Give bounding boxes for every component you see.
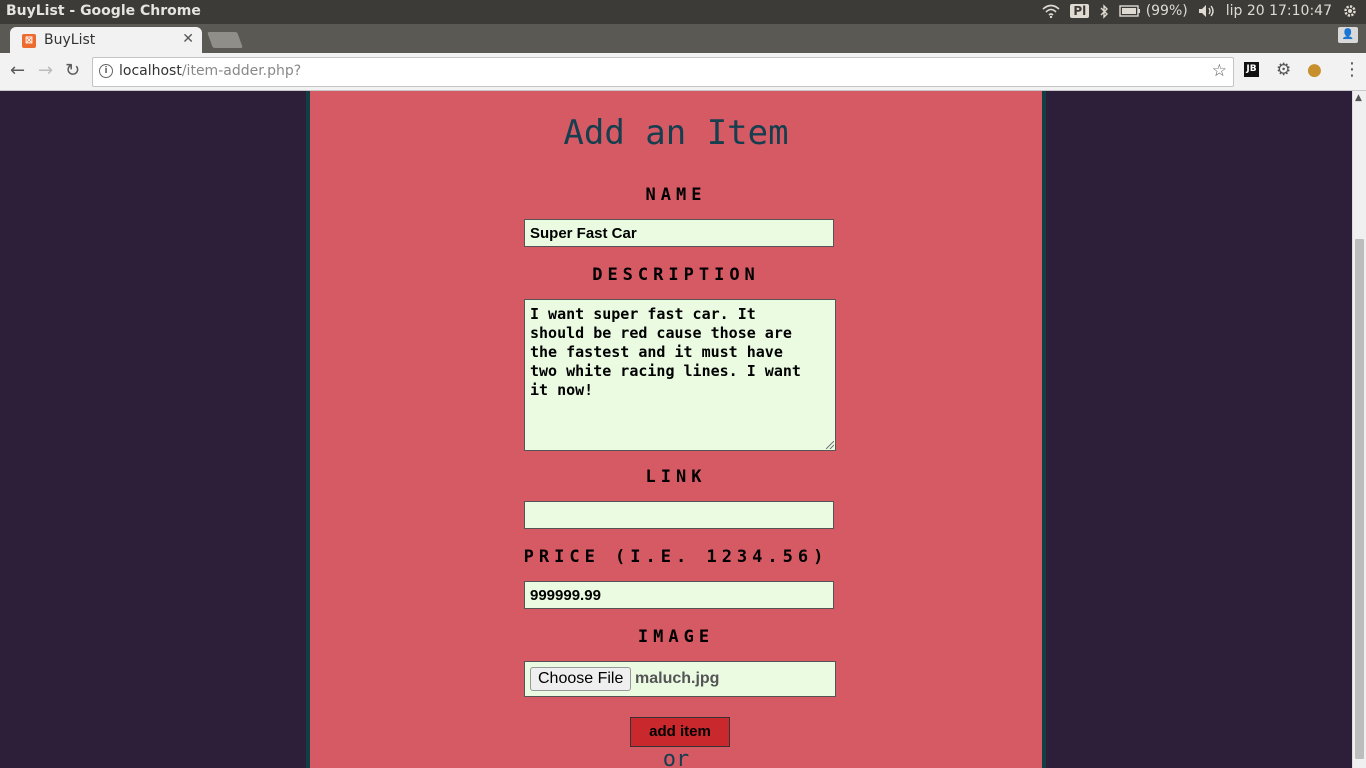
link-label: LINK [645,467,707,487]
window-title: BuyList - Google Chrome [6,3,201,19]
page-title: Add an Item [563,113,789,153]
battery-percentage: (99%) [1145,3,1188,19]
bookmark-star-icon[interactable]: ☆ [1212,61,1227,81]
info-icon[interactable]: i [99,64,113,78]
page-scrollbar[interactable]: ▲ [1352,91,1366,768]
wifi-icon[interactable] [1042,3,1060,19]
forward-arrow-icon[interactable]: → [38,61,53,81]
name-input[interactable]: Super Fast Car [524,219,834,247]
price-input[interactable]: 999999.99 [524,581,834,609]
tab-buylist[interactable]: ⊠ BuyList ✕ [10,27,202,53]
description-label: DESCRIPTION [592,265,760,285]
link-input[interactable] [524,501,834,529]
reload-icon[interactable]: ↻ [65,61,80,81]
datetime[interactable]: lip 20 17:10:47 [1226,3,1332,19]
bluetooth-icon[interactable] [1099,3,1109,19]
description-text: I want super fast car. It should be red … [530,305,801,399]
add-item-button[interactable]: add item [630,717,730,747]
battery-indicator[interactable]: (99%) [1119,3,1188,19]
gear-icon[interactable] [1342,3,1358,19]
volume-icon[interactable] [1198,3,1216,19]
image-file-input[interactable]: Choose File maluch.jpg [524,661,836,697]
os-top-bar: BuyList - Google Chrome Pl (99%) lip 20 … [0,0,1366,24]
choose-file-button[interactable]: Choose File [530,667,632,691]
price-label: PRICE (I.E. 1234.56) [523,547,829,567]
url-host: localhost [119,63,182,79]
tab-strip: ⊠ BuyList ✕ 👤 [0,24,1366,53]
xampp-favicon-icon: ⊠ [22,34,36,48]
url-path: /item-adder.php? [181,63,302,79]
new-tab-button[interactable] [207,32,243,48]
tab-label: BuyList [44,32,96,48]
selected-file-name: maluch.jpg [635,670,720,687]
jetbrains-extension-icon[interactable]: JB [1244,62,1259,77]
battery-icon [1119,5,1141,17]
settings-extension-icon[interactable]: ⚙ [1276,60,1291,80]
browser-toolbar: ← → ↻ i localhost/item-adder.php? ☆ JB ⚙… [0,53,1366,91]
resize-grip-icon[interactable] [826,441,834,449]
profile-icon[interactable]: 👤 [1338,27,1358,43]
form-panel: Add an Item NAME Super Fast Car DESCRIPT… [306,91,1046,768]
description-textarea[interactable]: I want super fast car. It should be red … [524,299,836,451]
back-arrow-icon[interactable]: ← [10,61,25,81]
page-viewport: Add an Item NAME Super Fast Car DESCRIPT… [0,91,1352,768]
scrollbar-thumb[interactable] [1355,239,1364,759]
image-label: IMAGE [637,627,715,647]
or-separator: or [662,747,690,768]
scroll-up-arrow-icon[interactable]: ▲ [1355,93,1362,103]
name-label: NAME [645,185,707,205]
menu-kebab-icon[interactable]: ⋮ [1343,59,1361,80]
keyboard-layout-indicator[interactable]: Pl [1070,4,1090,18]
system-tray: Pl (99%) lip 20 17:10:47 [1042,3,1358,19]
cookie-extension-icon[interactable]: ● [1307,60,1322,80]
address-bar[interactable]: i localhost/item-adder.php? ☆ [92,57,1234,87]
close-tab-icon[interactable]: ✕ [182,31,194,47]
url-text[interactable]: localhost/item-adder.php? [119,63,301,79]
